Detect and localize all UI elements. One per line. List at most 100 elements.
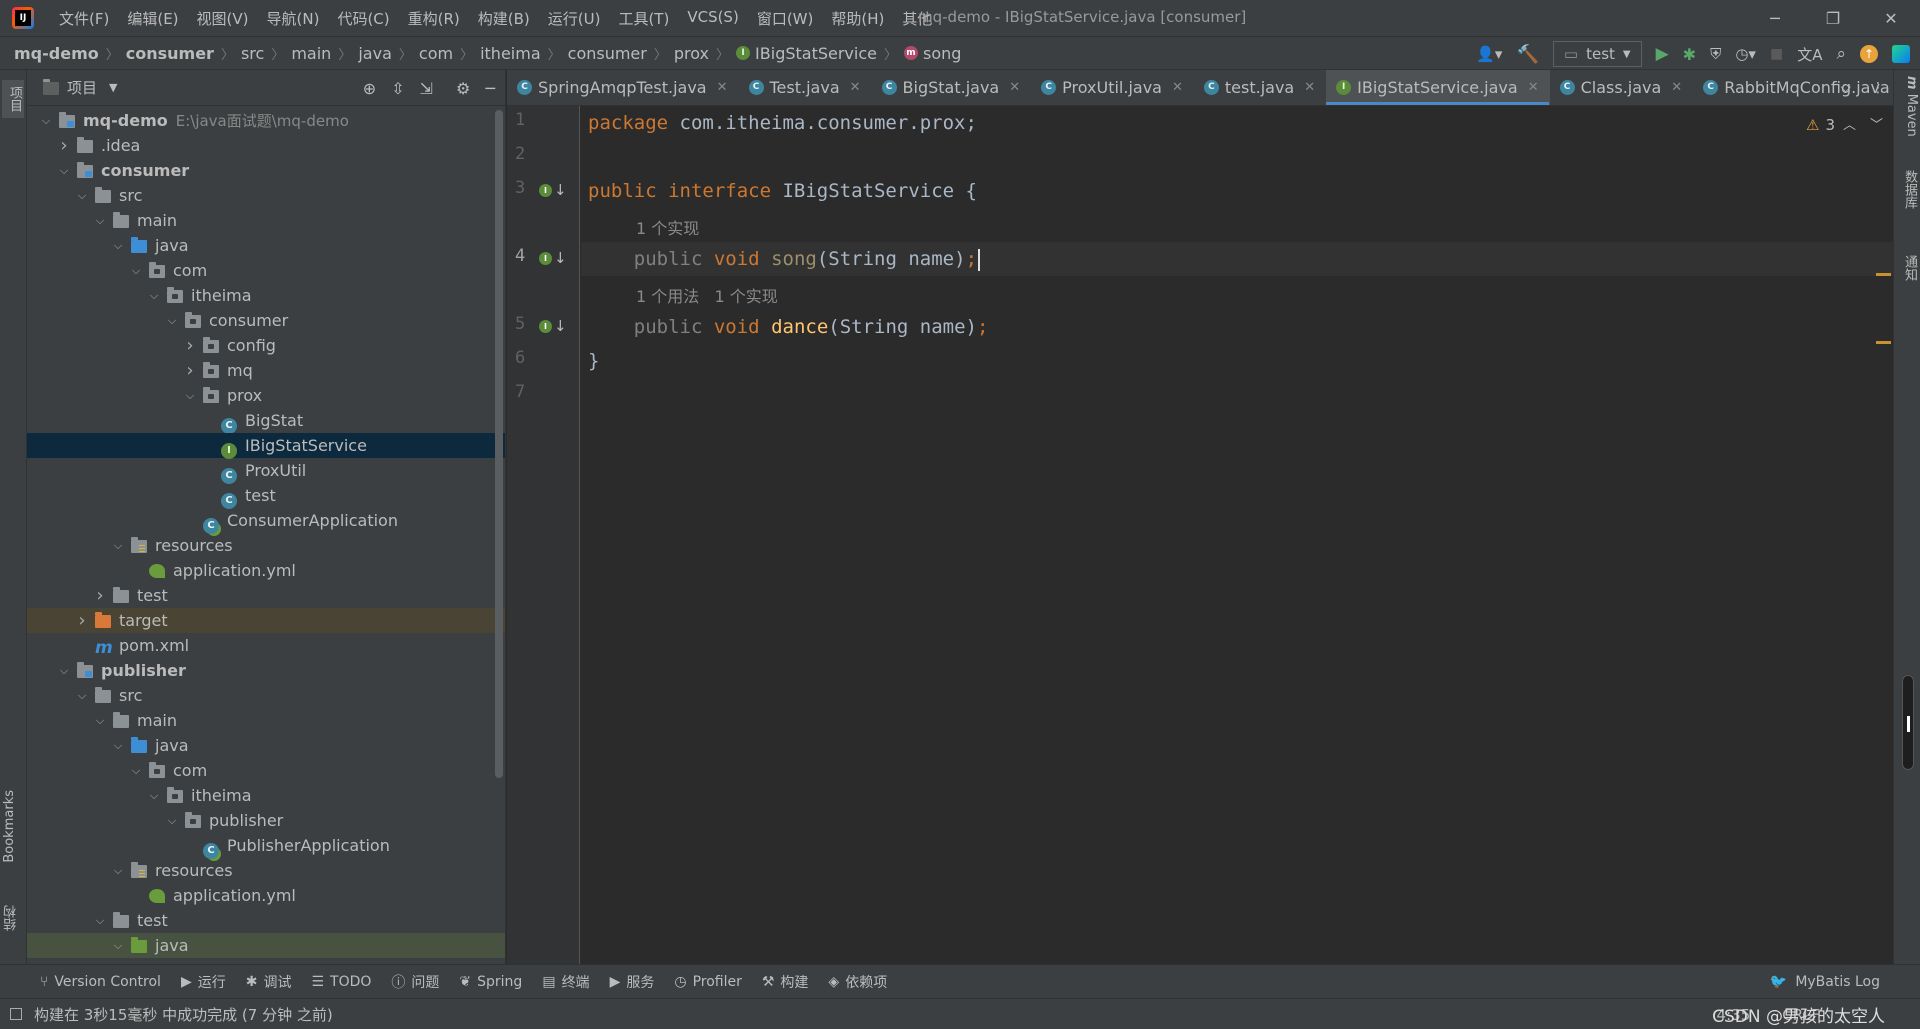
chevron-down-icon[interactable]: ⌵ <box>57 164 71 178</box>
expand-all-icon[interactable]: ⇳ <box>391 79 404 98</box>
tool-tab-maven[interactable]: m Maven <box>1897 76 1919 137</box>
chevron-right-icon[interactable]: › <box>93 585 107 606</box>
tree-row[interactable]: ⌵ com <box>27 758 505 783</box>
gear-icon[interactable]: ⚙ <box>456 79 470 98</box>
chevron-down-icon[interactable]: ⌵ <box>57 664 71 678</box>
breadcrumb-item[interactable]: prox <box>674 44 709 63</box>
update-icon[interactable]: ↑ <box>1860 45 1878 63</box>
chevron-down-icon[interactable]: ⌵ <box>39 114 53 128</box>
tool-tab-notifications[interactable]: 通知 <box>1897 255 1919 281</box>
more-icon[interactable]: ⋮ <box>1871 80 1885 96</box>
tree-row[interactable]: application.yml <box>27 883 505 908</box>
search-icon[interactable]: ⌕ <box>1836 44 1846 64</box>
chevron-right-icon[interactable]: › <box>183 335 197 356</box>
tree-row[interactable]: ⌵ main <box>27 708 505 733</box>
close-icon[interactable]: ✕ <box>717 80 728 95</box>
chevron-down-icon[interactable]: ⌵ <box>93 214 107 228</box>
tool-tab-project[interactable]: 项目 <box>2 80 24 118</box>
tool-window-button[interactable]: ◈ 依赖项 <box>828 972 887 992</box>
tree-row[interactable]: C ProxUtil <box>27 458 505 484</box>
collapse-all-icon[interactable]: ⇲ <box>420 79 433 98</box>
chevron-down-icon[interactable]: ⌵ <box>165 314 179 328</box>
tree-row[interactable]: › config <box>27 333 505 358</box>
breadcrumb-item[interactable]: java <box>358 44 392 63</box>
tree-row[interactable]: ⌵ prox <box>27 383 505 408</box>
tree-row[interactable]: ⌵ mq-demo E:\java面试题\mq-demo <box>27 108 505 133</box>
breadcrumb-item[interactable]: m song <box>904 44 961 63</box>
hide-icon[interactable]: ─ <box>485 79 495 98</box>
tool-tab-bookmarks[interactable]: Bookmarks <box>2 790 24 863</box>
project-panel-title[interactable]: 项目 <box>67 77 97 98</box>
breadcrumb-item[interactable]: I IBigStatService <box>736 44 877 63</box>
user-icon[interactable]: 👤▾ <box>1476 45 1502 63</box>
breadcrumb-item[interactable]: mq-demo <box>14 44 99 63</box>
tree-row[interactable]: ⌵ itheima <box>27 283 505 308</box>
menu-item[interactable]: 文件(F) <box>50 8 118 29</box>
breadcrumb-item[interactable]: src <box>241 44 264 63</box>
breadcrumb-item[interactable]: main <box>291 44 331 63</box>
chevron-down-icon[interactable]: ⌵ <box>111 539 125 553</box>
tool-window-button[interactable]: ▶ 运行 <box>181 972 226 992</box>
tool-window-button[interactable]: ⚒ 构建 <box>762 972 809 992</box>
editor-tab[interactable]: C SpringAmqpTest.java ✕ <box>507 70 739 105</box>
coverage-icon[interactable]: ⛨ <box>1710 45 1721 63</box>
editor-tab[interactable]: C Test.java ✕ <box>739 70 872 105</box>
chevron-down-icon[interactable]: ⌵ <box>75 689 89 703</box>
restore-icon[interactable]: ❐ <box>1804 0 1862 36</box>
tree-row[interactable]: › mq <box>27 358 505 383</box>
tree-row[interactable]: › target <box>27 608 505 633</box>
mybatis-log-tool[interactable]: 🐦 MyBatis Log <box>1770 965 1880 999</box>
tool-window-button[interactable]: ⓘ 问题 <box>391 972 439 992</box>
tree-row[interactable]: I IBigStatService <box>27 433 505 459</box>
tool-window-button[interactable]: ◷ Profiler <box>674 974 742 990</box>
tool-tab-structure[interactable]: 结构 <box>2 905 24 931</box>
translate-icon[interactable]: 文A <box>1797 44 1822 65</box>
code-editor[interactable]: package com.itheima.consumer.prox; publi… <box>581 106 1893 964</box>
menu-item[interactable]: 编辑(E) <box>118 8 187 29</box>
tree-row[interactable]: ⌵ java <box>27 933 505 958</box>
chevron-down-icon[interactable]: ⌵ <box>93 714 107 728</box>
chevron-down-icon[interactable]: ⌵ <box>147 289 161 303</box>
chevron-down-icon[interactable]: ⌵ <box>183 389 197 403</box>
minimize-icon[interactable]: ─ <box>1746 0 1804 36</box>
editor-tab[interactable]: C ProxUtil.java ✕ <box>1031 70 1194 105</box>
build-hammer-icon[interactable]: 🔨 <box>1516 44 1538 65</box>
tree-row[interactable]: › test <box>27 583 505 608</box>
scroll-indicator[interactable] <box>1902 675 1914 770</box>
run-config-select[interactable]: ▭ test ▼ <box>1552 41 1642 67</box>
tree-row[interactable]: application.yml <box>27 558 505 583</box>
tool-window-button[interactable]: ⑂ Version Control <box>40 974 161 990</box>
chevron-down-icon[interactable]: ⌵ <box>129 764 143 778</box>
menu-item[interactable]: 代码(C) <box>328 8 398 29</box>
editor-tab[interactable]: CRabbitMqConfig.java✕ <box>1693 70 1920 105</box>
menu-item[interactable]: 帮助(H) <box>822 8 893 29</box>
tree-row[interactable]: ⌵ test <box>27 908 505 933</box>
chevron-down-icon[interactable]: ⌵ <box>111 239 125 253</box>
implementations-gutter-icon[interactable]: I ↓ <box>539 248 569 268</box>
tree-row[interactable]: ⌵ src <box>27 683 505 708</box>
tree-row[interactable]: C ConsumerApplication <box>27 508 505 534</box>
chevron-down-icon[interactable]: ⌵ <box>111 939 125 953</box>
close-icon[interactable]: ✕ <box>1304 80 1315 95</box>
implementations-gutter-icon[interactable]: I ↓ <box>539 316 569 336</box>
close-icon[interactable]: ✕ <box>850 80 861 95</box>
profile-icon[interactable]: ◷▾ <box>1735 45 1756 63</box>
tree-row[interactable]: ⌵ java <box>27 233 505 258</box>
tree-row[interactable]: ⌵ consumer <box>27 308 505 333</box>
tree-row[interactable]: m pom.xml <box>27 633 505 658</box>
chevron-down-icon[interactable]: ⌵ <box>93 914 107 928</box>
tree-row[interactable]: ⌵ consumer <box>27 158 505 183</box>
chevron-right-icon[interactable]: › <box>75 610 89 631</box>
menu-item[interactable]: 导航(N) <box>258 8 329 29</box>
tree-row[interactable]: ⌵ com <box>27 258 505 283</box>
breadcrumb-item[interactable]: itheima <box>480 44 541 63</box>
tool-tab-database[interactable]: 数据库 <box>1897 170 1919 209</box>
tree-row[interactable]: ⌵ publisher <box>27 808 505 833</box>
breadcrumb-item[interactable]: consumer <box>568 44 647 63</box>
run-icon[interactable]: ▶ <box>1656 44 1669 64</box>
close-icon[interactable]: ✕ <box>1671 80 1682 95</box>
inspection-widget[interactable]: ⚠ 3 <box>1806 116 1835 134</box>
locate-icon[interactable]: ⊕ <box>363 79 376 98</box>
inlay-hint-usages[interactable]: 1 个用法 1 个实现 <box>636 283 778 307</box>
chevron-down-icon[interactable]: ⌵ <box>165 814 179 828</box>
